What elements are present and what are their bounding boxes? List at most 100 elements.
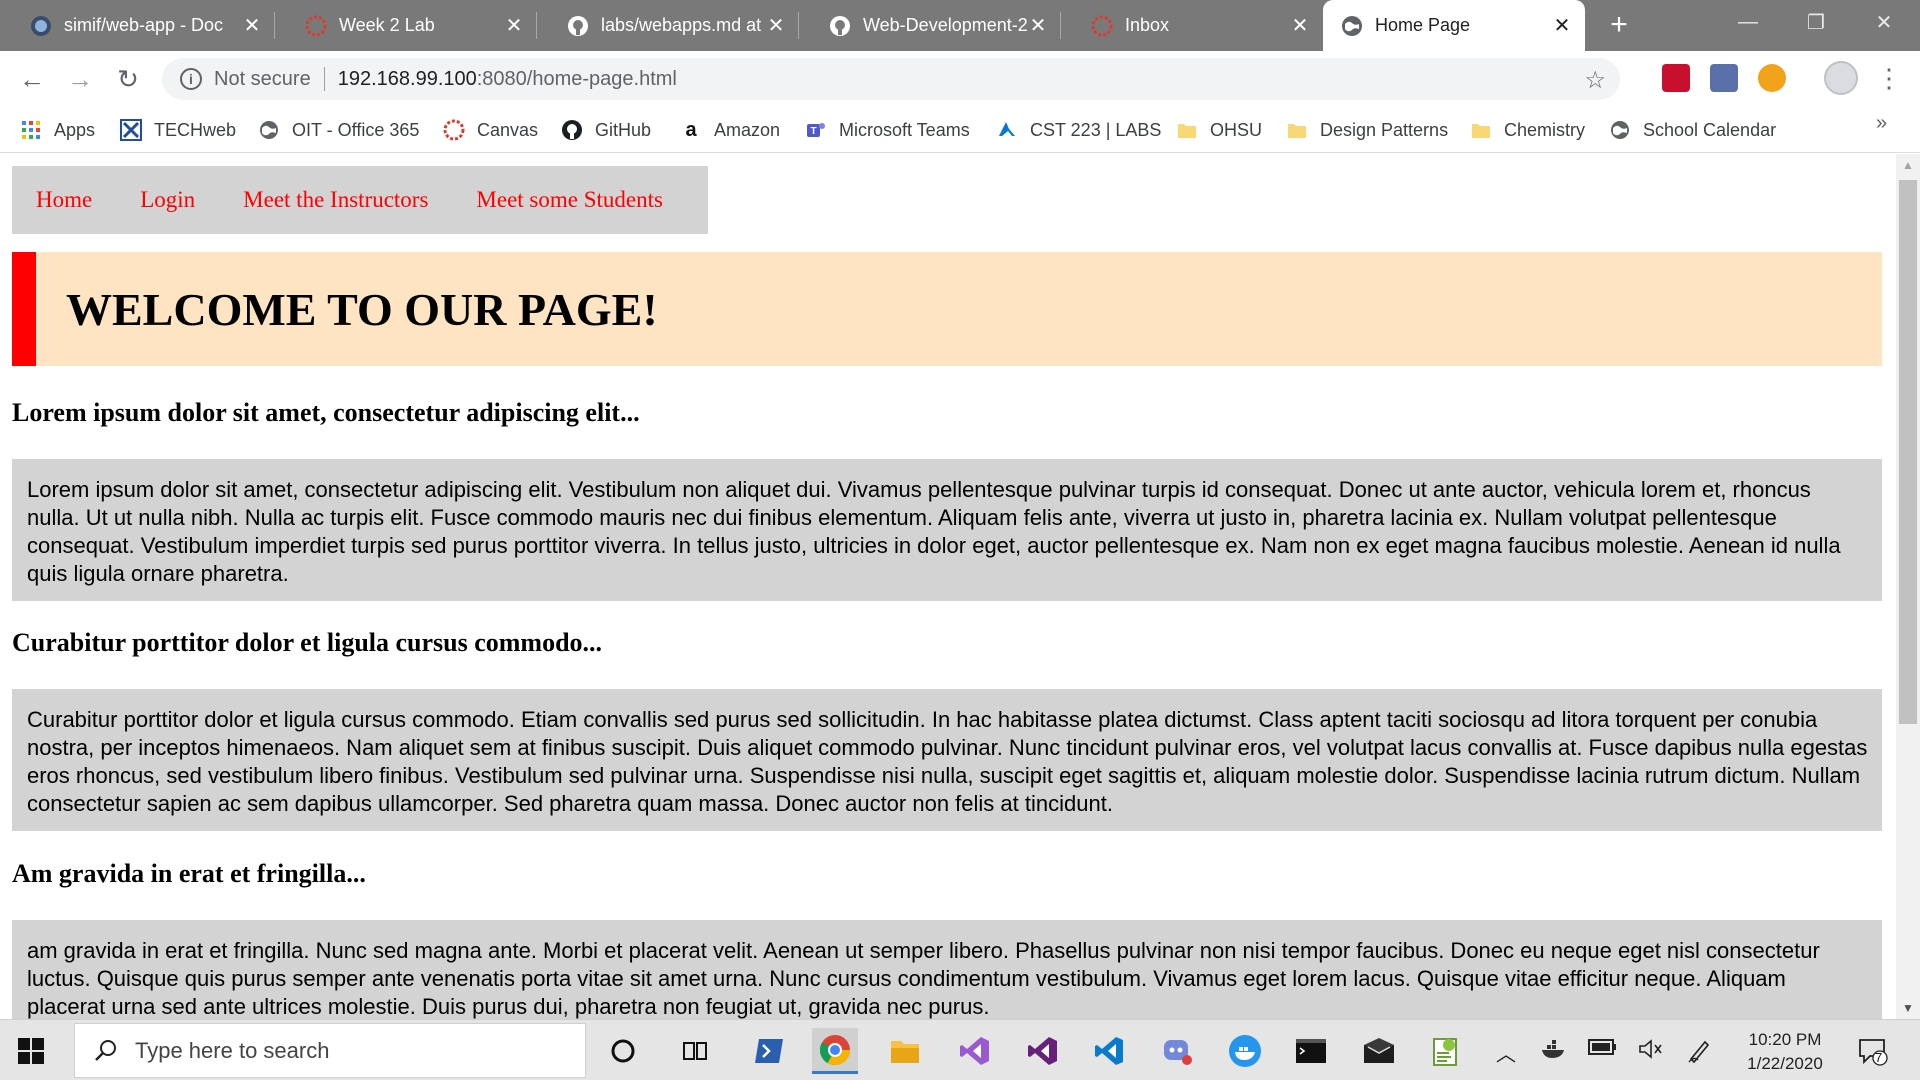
- browser-tab-active[interactable]: Home Page ✕: [1323, 0, 1585, 51]
- file-explorer-icon[interactable]: [882, 1028, 928, 1074]
- notepad-plus-plus-icon[interactable]: [1422, 1028, 1468, 1074]
- browser-tab[interactable]: Week 2 Lab ✕: [275, 0, 537, 51]
- close-icon[interactable]: ✕: [1027, 15, 1049, 37]
- taskbar-search-box[interactable]: Type here to search: [74, 1023, 586, 1078]
- coupon-extension-icon[interactable]: [1758, 64, 1786, 92]
- browser-tab[interactable]: labs/webapps.md at ✕: [537, 0, 799, 51]
- bookmark-techweb[interactable]: TECHweb: [120, 117, 236, 143]
- nav-link-login[interactable]: Login: [140, 187, 195, 213]
- bookmark-school-calendar[interactable]: School Calendar: [1609, 117, 1776, 143]
- canvas-icon: [443, 119, 465, 141]
- windows-taskbar: Type here to search ︿ 10:20 PM 1/22/2020…: [0, 1019, 1920, 1080]
- vertical-scrollbar[interactable]: ▲ ▼: [1896, 154, 1920, 1019]
- visual-studio-icon[interactable]: [1020, 1028, 1066, 1074]
- minimize-icon[interactable]: —: [1720, 0, 1776, 44]
- url-host[interactable]: 192.168.99.100: [338, 68, 477, 91]
- notification-count-badge: 7: [1875, 1050, 1883, 1065]
- docker-tray-icon[interactable]: [1540, 1038, 1566, 1066]
- discord-icon[interactable]: [1154, 1028, 1200, 1074]
- canvas-icon: [1091, 15, 1113, 37]
- bookmark-github[interactable]: GitHub: [561, 117, 651, 143]
- close-icon[interactable]: ✕: [765, 15, 787, 37]
- bookmark-star-icon[interactable]: ☆: [1584, 66, 1606, 95]
- github-icon: [561, 119, 583, 141]
- search-icon: [93, 1038, 119, 1064]
- clock-time: 10:20 PM: [1748, 1030, 1822, 1049]
- puzzle-extension-icon[interactable]: [1710, 64, 1738, 92]
- vscode-icon[interactable]: [1086, 1028, 1132, 1074]
- url-path[interactable]: :8080/home-page.html: [477, 68, 677, 91]
- close-window-icon[interactable]: ✕: [1856, 0, 1912, 44]
- folder-icon: [1176, 119, 1198, 141]
- bookmark-folder-design-patterns[interactable]: Design Patterns: [1286, 117, 1448, 143]
- close-icon[interactable]: ✕: [1289, 15, 1311, 37]
- bookmark-label: TECHweb: [154, 119, 237, 140]
- close-icon[interactable]: ✕: [241, 15, 263, 37]
- welcome-banner: WELCOME TO OUR PAGE!: [12, 252, 1882, 366]
- mail-icon[interactable]: [1356, 1028, 1402, 1074]
- scroll-up-arrow-icon[interactable]: ▲: [1902, 158, 1914, 172]
- tab-title: Inbox: [1125, 15, 1170, 35]
- back-arrow-icon[interactable]: ←: [16, 63, 48, 95]
- close-icon[interactable]: ✕: [1551, 15, 1573, 37]
- visual-studio-preview-icon[interactable]: [952, 1028, 998, 1074]
- terminal-icon[interactable]: [1288, 1028, 1334, 1074]
- scrollbar-thumb[interactable]: [1899, 180, 1917, 724]
- nav-link-meet-students[interactable]: Meet some Students: [476, 187, 663, 213]
- powershell-icon[interactable]: [746, 1028, 792, 1074]
- nav-link-home[interactable]: Home: [36, 187, 92, 213]
- tab-strip: simif/web-app - Doc ✕ Week 2 Lab ✕ labs/…: [0, 0, 1920, 51]
- info-icon[interactable]: i: [180, 68, 202, 90]
- bookmark-cst223-labs[interactable]: CST 223 | LABS: [996, 117, 1161, 143]
- canvas-icon: [305, 15, 327, 37]
- bookmarks-overflow-chevron[interactable]: »: [1876, 112, 1887, 135]
- mcafee-extension-icon[interactable]: [1662, 64, 1690, 92]
- bookmark-canvas[interactable]: Canvas: [443, 117, 538, 143]
- bookmark-label: OIT - Office 365: [292, 119, 420, 140]
- page-viewport: Home Login Meet the Instructors Meet som…: [0, 154, 1896, 1019]
- bookmark-label: School Calendar: [1643, 119, 1777, 140]
- windows-start-icon[interactable]: [18, 1038, 44, 1064]
- section-heading: Am gravida in erat et fringilla...: [12, 859, 366, 888]
- teams-icon: T: [805, 119, 827, 141]
- bookmarks-bar: Apps TECHweb OIT - Office 365 Canvas Git…: [0, 107, 1920, 153]
- close-icon[interactable]: ✕: [503, 15, 525, 37]
- bookmark-label: Amazon: [714, 119, 781, 140]
- security-status[interactable]: Not secure: [214, 68, 311, 91]
- restore-icon[interactable]: ❐: [1788, 0, 1844, 44]
- bookmark-label: CST 223 | LABS: [1030, 119, 1162, 140]
- bookmark-folder-ohsu[interactable]: OHSU: [1176, 117, 1262, 143]
- task-view-icon[interactable]: [672, 1028, 718, 1074]
- tab-title: Week 2 Lab: [339, 15, 435, 35]
- pen-workspace-icon[interactable]: [1686, 1038, 1712, 1070]
- more-menu-icon[interactable]: ⋮: [1876, 63, 1902, 95]
- tab-title: simif/web-app - Doc: [64, 15, 224, 35]
- reload-icon[interactable]: ↻: [112, 63, 144, 95]
- show-hidden-icons-chevron[interactable]: ︿: [1496, 1038, 1516, 1067]
- profile-avatar[interactable]: [1824, 61, 1858, 95]
- system-clock[interactable]: 10:20 PM 1/22/2020: [1730, 1028, 1840, 1076]
- docker-taskbar-icon[interactable]: [1222, 1028, 1268, 1074]
- battery-icon[interactable]: [1588, 1038, 1618, 1062]
- nav-link-meet-instructors[interactable]: Meet the Instructors: [243, 187, 428, 213]
- cortana-icon[interactable]: [600, 1028, 646, 1074]
- browser-tab[interactable]: Inbox ✕: [1061, 0, 1323, 51]
- tab-title: Web-Development-2: [863, 15, 1027, 35]
- action-center-icon[interactable]: 7: [1858, 1036, 1888, 1066]
- apps-grid-icon: [20, 119, 42, 141]
- bookmark-apps[interactable]: Apps: [20, 117, 95, 143]
- scroll-down-arrow-icon[interactable]: ▼: [1902, 1001, 1914, 1015]
- github-icon: [567, 15, 589, 37]
- browser-tab[interactable]: simif/web-app - Doc ✕: [0, 0, 275, 51]
- bookmark-amazon[interactable]: a Amazon: [680, 117, 780, 143]
- bookmark-folder-chemistry[interactable]: Chemistry: [1470, 117, 1585, 143]
- volume-muted-icon[interactable]: [1638, 1038, 1664, 1066]
- address-bar[interactable]: i Not secure 192.168.99.100:8080/home-pa…: [162, 58, 1620, 100]
- forward-arrow-icon[interactable]: →: [64, 63, 96, 95]
- new-tab-button[interactable]: +: [1604, 10, 1634, 40]
- chrome-icon[interactable]: [812, 1028, 858, 1074]
- tab-title: labs/webapps.md at: [601, 15, 762, 35]
- bookmark-oit-office365[interactable]: OIT - Office 365: [258, 117, 419, 143]
- browser-tab[interactable]: Web-Development-2 ✕: [799, 0, 1061, 51]
- bookmark-microsoft-teams[interactable]: T Microsoft Teams: [805, 117, 970, 143]
